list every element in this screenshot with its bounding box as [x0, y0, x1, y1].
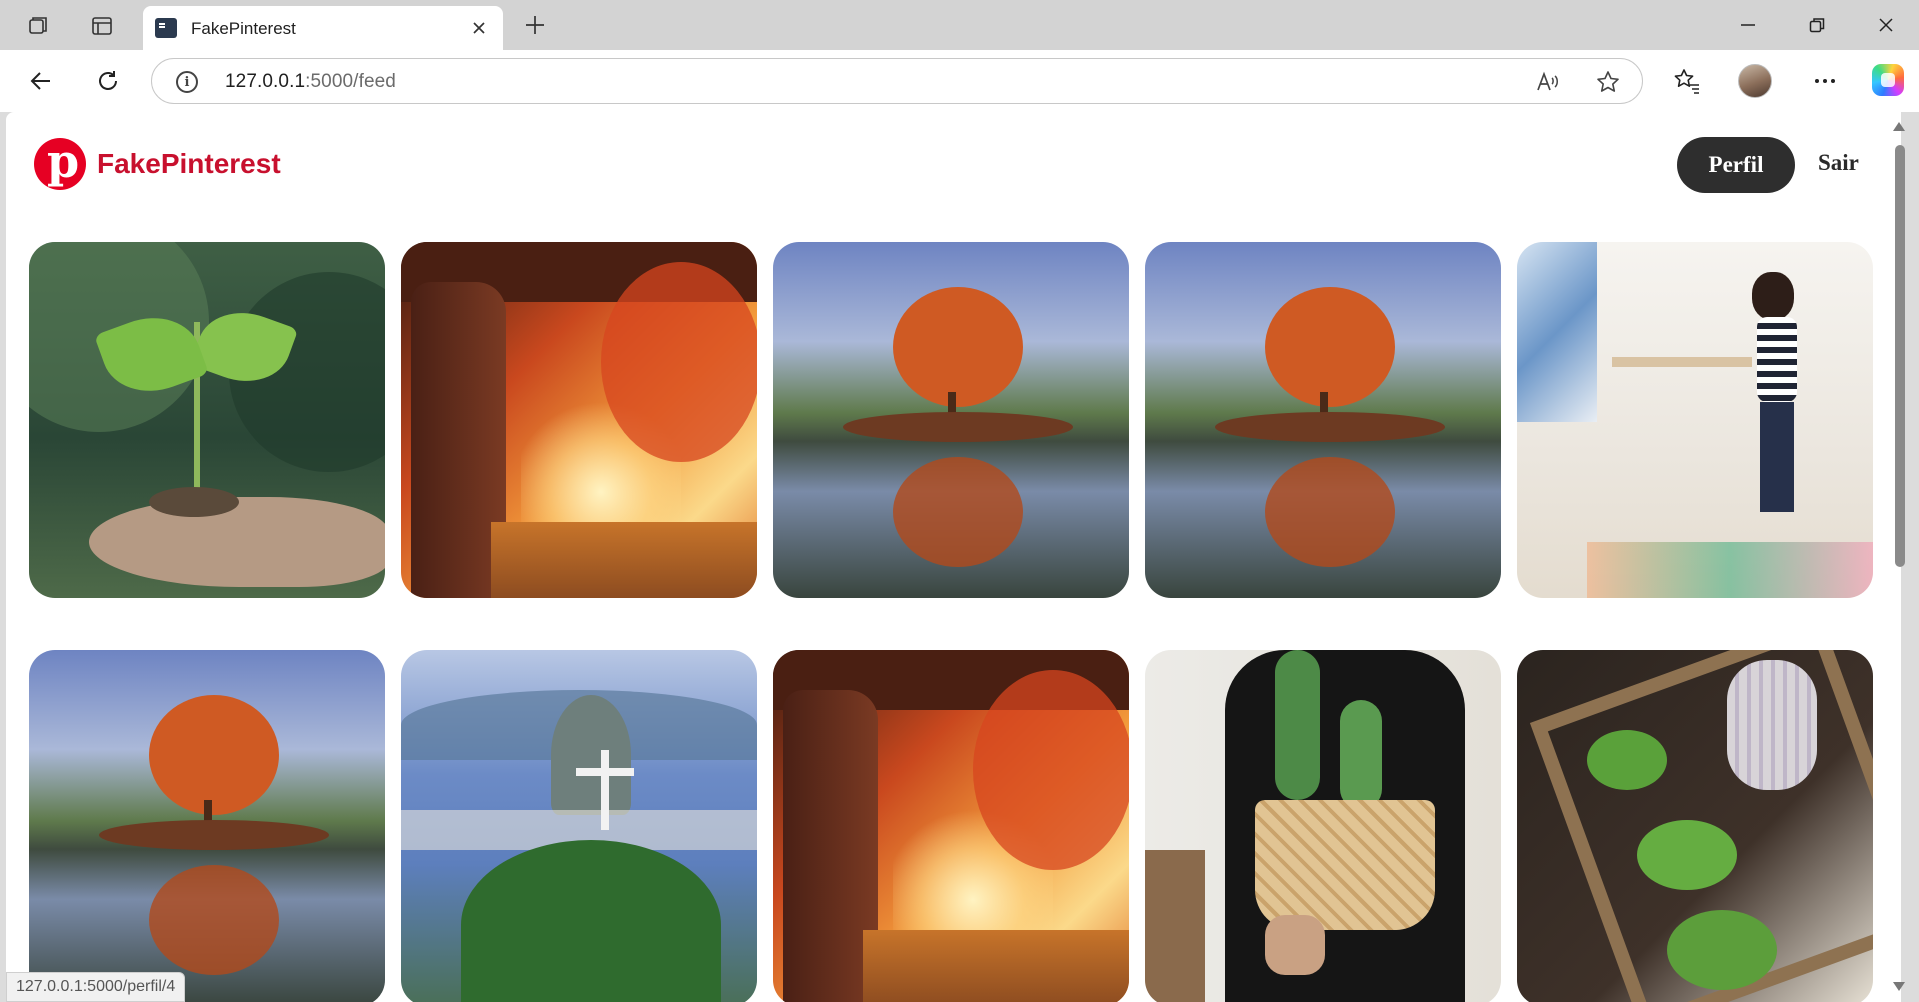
favorite-star-icon[interactable] — [1593, 67, 1623, 97]
close-tab-icon[interactable] — [467, 16, 491, 40]
tab-strip: FakePinterest — [0, 0, 1919, 50]
profile-avatar[interactable] — [1738, 64, 1772, 98]
url-path: :5000/feed — [305, 71, 396, 92]
scroll-up-arrow-icon[interactable] — [1893, 122, 1905, 131]
active-tab[interactable]: FakePinterest — [143, 6, 503, 50]
favorites-list-icon[interactable] — [1670, 64, 1704, 98]
brand-name[interactable]: FakePinterest — [97, 148, 281, 180]
restore-icon[interactable] — [1797, 10, 1837, 40]
page-viewport: FakePinterest Perfil Sair — [6, 112, 1901, 1002]
vertical-scrollbar-thumb[interactable] — [1895, 145, 1905, 567]
pin-image[interactable] — [1517, 650, 1873, 1002]
sair-link[interactable]: Sair — [1818, 150, 1859, 176]
pin-image[interactable] — [1517, 242, 1873, 598]
browser-toolbar: i 127.0.0.1:5000/feed — [0, 50, 1919, 112]
minimize-icon[interactable] — [1728, 10, 1768, 40]
workspaces-icon[interactable] — [24, 12, 52, 40]
tab-title: FakePinterest — [191, 19, 296, 38]
copilot-icon[interactable] — [1872, 64, 1904, 96]
perfil-button[interactable]: Perfil — [1677, 137, 1795, 193]
close-window-icon[interactable] — [1866, 10, 1906, 40]
pin-image[interactable] — [401, 242, 757, 598]
pin-image[interactable] — [29, 650, 385, 1002]
pin-image[interactable] — [401, 650, 757, 1002]
more-options-icon[interactable] — [1808, 64, 1842, 98]
read-aloud-icon[interactable] — [1533, 67, 1563, 97]
pin-image[interactable] — [29, 242, 385, 598]
back-arrow-icon[interactable] — [24, 64, 58, 98]
status-url-bubble: 127.0.0.1:5000/perfil/4 — [6, 972, 186, 1002]
site-info-icon[interactable]: i — [176, 71, 198, 93]
tab-actions-icon[interactable] — [88, 12, 116, 40]
address-bar[interactable]: i 127.0.0.1:5000/feed — [151, 58, 1643, 104]
url-host: 127.0.0.1 — [225, 71, 306, 92]
site-header: FakePinterest Perfil Sair — [6, 112, 1901, 222]
pin-image[interactable] — [1145, 242, 1501, 598]
refresh-icon[interactable] — [91, 64, 125, 98]
terminal-favicon-icon — [155, 18, 177, 38]
pin-image[interactable] — [773, 242, 1129, 598]
address-url[interactable]: 127.0.0.1:5000/feed — [225, 71, 396, 93]
scroll-down-arrow-icon[interactable] — [1893, 982, 1905, 991]
pin-image[interactable] — [1145, 650, 1501, 1002]
pin-image[interactable] — [773, 650, 1129, 1002]
pinterest-logo-icon[interactable] — [34, 134, 86, 190]
new-tab-plus-icon[interactable] — [520, 10, 550, 40]
